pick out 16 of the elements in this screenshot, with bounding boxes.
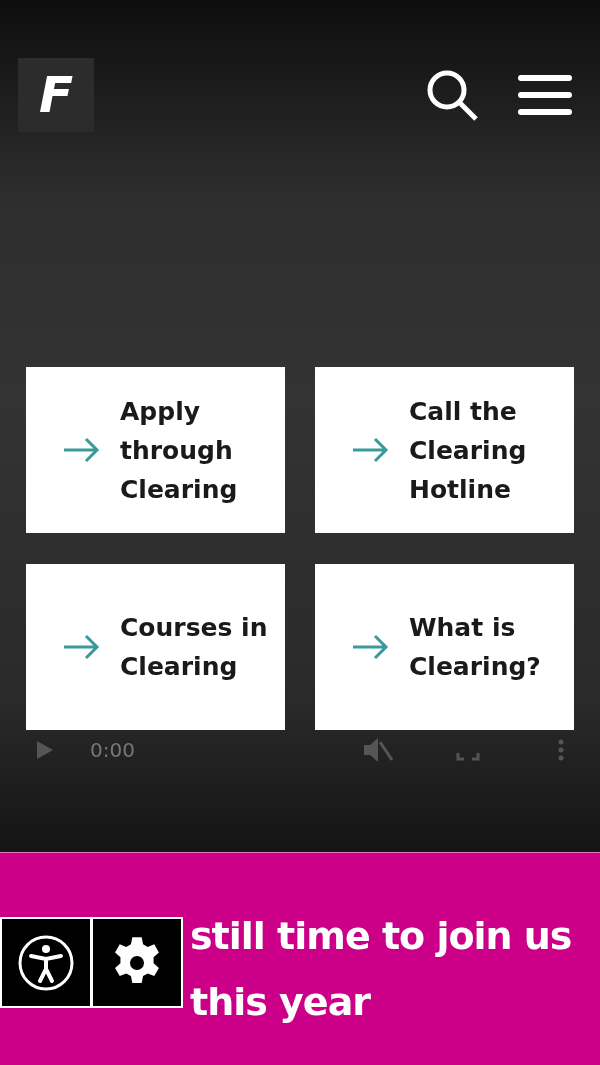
settings-button[interactable] (91, 917, 183, 1008)
accessibility-icon (17, 933, 75, 992)
arrow-icon (62, 634, 100, 660)
link-card[interactable]: Call the Clearing Hotline (315, 367, 574, 533)
logo[interactable]: F (18, 58, 94, 132)
arrow-icon (62, 437, 100, 463)
link-card[interactable]: What is Clearing? (315, 564, 574, 730)
menu-icon[interactable] (518, 74, 572, 116)
arrow-icon (351, 437, 389, 463)
video-time: 0:00 (90, 738, 136, 762)
link-card[interactable]: Apply through Clearing (26, 367, 285, 533)
accessibility-button[interactable] (0, 917, 92, 1008)
banner-heading: still time to join us this year (190, 913, 573, 1026)
link-card[interactable]: Courses in Clearing (26, 564, 285, 730)
arrow-icon (351, 634, 389, 660)
search-icon[interactable] (426, 69, 480, 121)
